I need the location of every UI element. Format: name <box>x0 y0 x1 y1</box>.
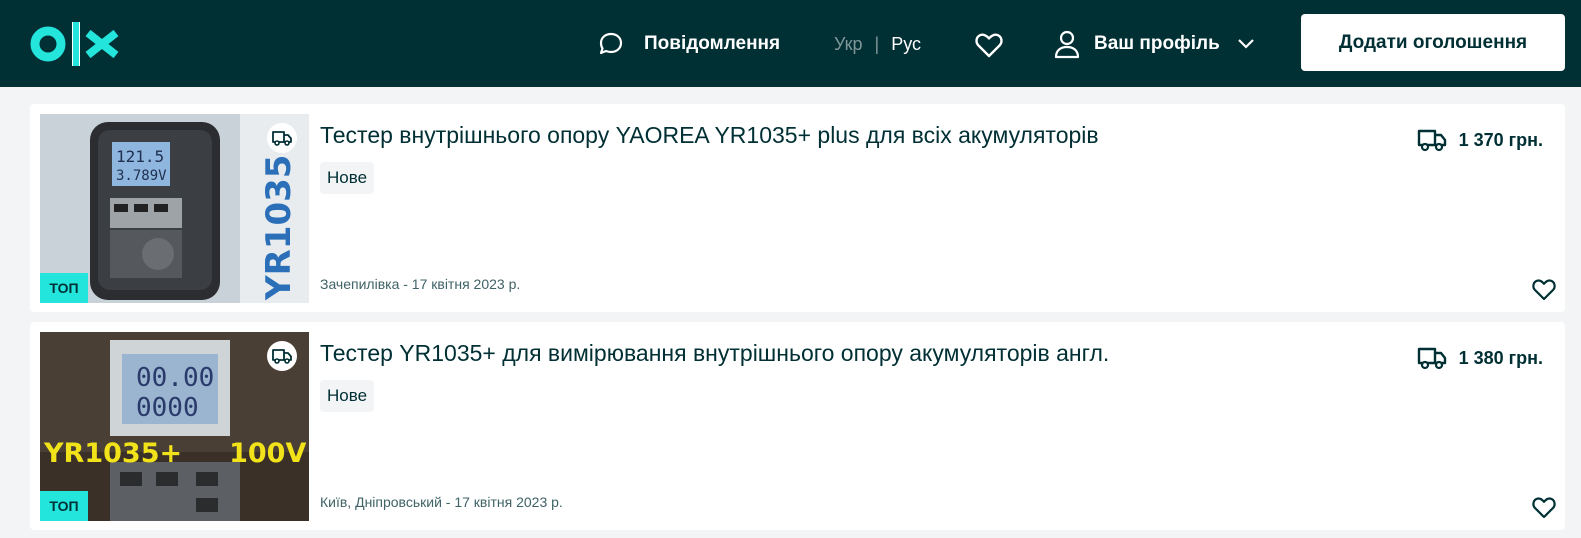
price-block: 1 380 грн. <box>1417 346 1543 370</box>
condition-tag: Нове <box>320 162 375 194</box>
listing-price: 1 370 грн. <box>1458 129 1543 150</box>
delivery-badge <box>267 341 297 371</box>
user-icon <box>1054 30 1080 59</box>
add-listing-button[interactable]: Додати оголошення <box>1301 14 1565 71</box>
delivery-badge <box>267 123 297 153</box>
listing-price: 1 380 грн. <box>1458 347 1543 368</box>
listing-title[interactable]: Тестер YR1035+ для вимірювання внутрішнь… <box>320 340 1109 367</box>
svg-text:YR1035: YR1035 <box>259 155 299 301</box>
top-badge: ТОП <box>40 491 88 521</box>
location-date: Київ, Дніпровський - 17 квітня 2023 р. <box>320 494 563 510</box>
lang-rus[interactable]: Рус <box>891 34 921 55</box>
listing-title[interactable]: Тестер внутрішнього опору YAOREA YR1035+… <box>320 122 1099 149</box>
price-block: 1 370 грн. <box>1417 128 1543 152</box>
truck-icon <box>272 131 292 146</box>
favorite-heart-icon[interactable] <box>1531 276 1557 302</box>
chat-icon <box>599 32 623 55</box>
profile-label: Ваш профіль <box>1094 33 1220 54</box>
top-badge: ТОП <box>40 273 88 303</box>
listing-photo[interactable]: 00.00 0000 YR1035+ 100V ТОП <box>40 332 309 521</box>
lang-ukr[interactable]: Укр <box>834 34 863 55</box>
profile-menu[interactable]: Ваш профіль <box>1054 28 1256 60</box>
favorite-heart-icon[interactable] <box>1531 494 1557 520</box>
favorites-heart-icon[interactable] <box>974 30 1004 60</box>
truck-icon <box>1417 129 1446 152</box>
truck-icon <box>272 349 292 364</box>
language-switcher: Укр | Рус <box>834 30 921 58</box>
top-header: Повідомлення Укр | Рус Ваш профіль Додат… <box>0 0 1581 87</box>
svg-text:0000: 0000 <box>136 393 199 423</box>
svg-text:YR1035+ 100V: YR1035+ 100V <box>43 438 306 469</box>
olx-logo[interactable] <box>30 20 122 68</box>
messages-link[interactable]: Повідомлення <box>598 30 780 58</box>
svg-text:00.00: 00.00 <box>136 363 214 393</box>
svg-text:3.789V: 3.789V <box>116 168 167 184</box>
listing-photo[interactable]: 121.5 3.789V YR1035 ТОП <box>40 114 309 303</box>
svg-text:121.5: 121.5 <box>116 147 164 166</box>
location-date: Зачепилівка - 17 квітня 2023 р. <box>320 276 521 292</box>
condition-tag: Нове <box>320 380 375 412</box>
messages-label: Повідомлення <box>644 33 781 54</box>
listing-card[interactable]: 00.00 0000 YR1035+ 100V ТОП Тестер YR103… <box>30 322 1565 530</box>
lang-separator: | <box>874 33 880 54</box>
listing-card[interactable]: 121.5 3.789V YR1035 ТОП Тестер внутрішнь… <box>30 104 1565 312</box>
truck-icon <box>1417 347 1446 370</box>
chevron-down-icon <box>1237 39 1254 49</box>
